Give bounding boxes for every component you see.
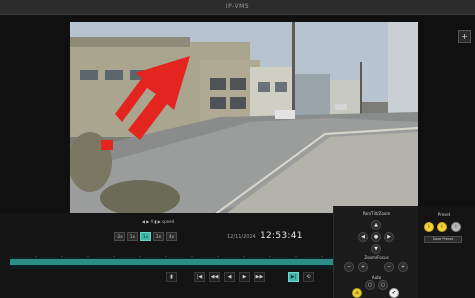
pin-icon: ⌂	[355, 290, 359, 296]
circle-icon: ○	[367, 282, 373, 288]
arrow-down-icon: ▼	[374, 246, 378, 252]
playback-time: 12:53:41	[260, 231, 303, 241]
ptz-up-button[interactable]: ▲	[371, 220, 381, 230]
step-back-button[interactable]: ◀	[224, 272, 235, 282]
arrow-right-icon: ▶	[387, 234, 391, 240]
red-square-marker	[101, 140, 113, 150]
speed-controls-title: ◀ ▶ II ▮ ▶ speed	[141, 219, 175, 224]
preset-button-2[interactable]: i	[437, 222, 447, 232]
skip-back-button[interactable]: |◀	[194, 272, 205, 282]
speed-button-3[interactable]: 2x	[153, 232, 164, 241]
skip-forward-button[interactable]: ▶|	[288, 272, 299, 282]
rewind-button[interactable]: ◀◀	[209, 272, 220, 282]
timeline-ticks	[9, 247, 335, 262]
confirm-button[interactable]: ✔	[389, 288, 399, 298]
ptz-down-button[interactable]: ▼	[371, 244, 381, 254]
playback-date: 12/11/2024	[227, 234, 256, 240]
focus-near-button[interactable]: −	[384, 262, 394, 272]
camera-frame-illustration	[70, 22, 418, 218]
save-preset-button[interactable]: Save Preset	[424, 236, 462, 243]
title-bar: IP-VMS	[0, 0, 475, 15]
speed-button-0[interactable]: -2x	[114, 232, 125, 241]
minus-icon: −	[346, 264, 352, 270]
preset-panel	[418, 206, 475, 298]
arrow-left-icon: ◀	[361, 234, 365, 240]
speed-button-2[interactable]: 1x	[140, 232, 151, 241]
ptz-right-button[interactable]: ▶	[384, 232, 394, 242]
pin-button[interactable]: ⌂	[352, 288, 362, 298]
speed-button-1[interactable]: 1x	[127, 232, 138, 241]
ptz-title: Pan/Tilt/Zoom	[362, 211, 391, 216]
ptz-center-button[interactable]: ●	[371, 232, 381, 242]
auto-focus-button[interactable]: ○	[365, 280, 375, 290]
ptz-panel: Pan/Tilt/Zoom ▲ ◀ ● ▶ ▼ Zoom/Focus − + −…	[333, 206, 418, 298]
fast-forward-button[interactable]: ▶▶	[254, 272, 265, 282]
preset-title: Preset	[437, 212, 451, 217]
preset-button-3[interactable]: i	[451, 222, 461, 232]
minus-icon: −	[386, 264, 392, 270]
focus-far-button[interactable]: +	[398, 262, 408, 272]
auto-title: Auto	[371, 275, 382, 280]
camera-video-view[interactable]	[70, 22, 418, 218]
preset-button-1[interactable]: i	[424, 222, 434, 232]
zoom-out-button[interactable]: −	[344, 262, 354, 272]
plus-icon: +	[360, 264, 366, 270]
auto-iris-button[interactable]: ○	[378, 280, 388, 290]
center-icon: ●	[373, 234, 379, 240]
timeline-recording-bar[interactable]	[10, 259, 335, 265]
loop-button[interactable]: ⟲	[303, 272, 314, 282]
speed-button-4[interactable]: 4x	[166, 232, 177, 241]
zoom-in-button[interactable]: +	[358, 262, 368, 272]
plus-icon: +	[461, 32, 468, 41]
check-icon: ✔	[391, 290, 397, 296]
circle-icon: ○	[380, 282, 386, 288]
snapshot-button[interactable]: ▮	[166, 272, 177, 282]
expand-panel-button[interactable]: +	[458, 30, 471, 43]
ptz-left-button[interactable]: ◀	[358, 232, 368, 242]
play-button[interactable]: ▶	[239, 272, 250, 282]
arrow-up-icon: ▲	[374, 222, 378, 228]
zoom-focus-title: Zoom/Focus	[364, 255, 389, 260]
plus-icon: +	[400, 264, 406, 270]
window-title: IP-VMS	[225, 3, 250, 10]
